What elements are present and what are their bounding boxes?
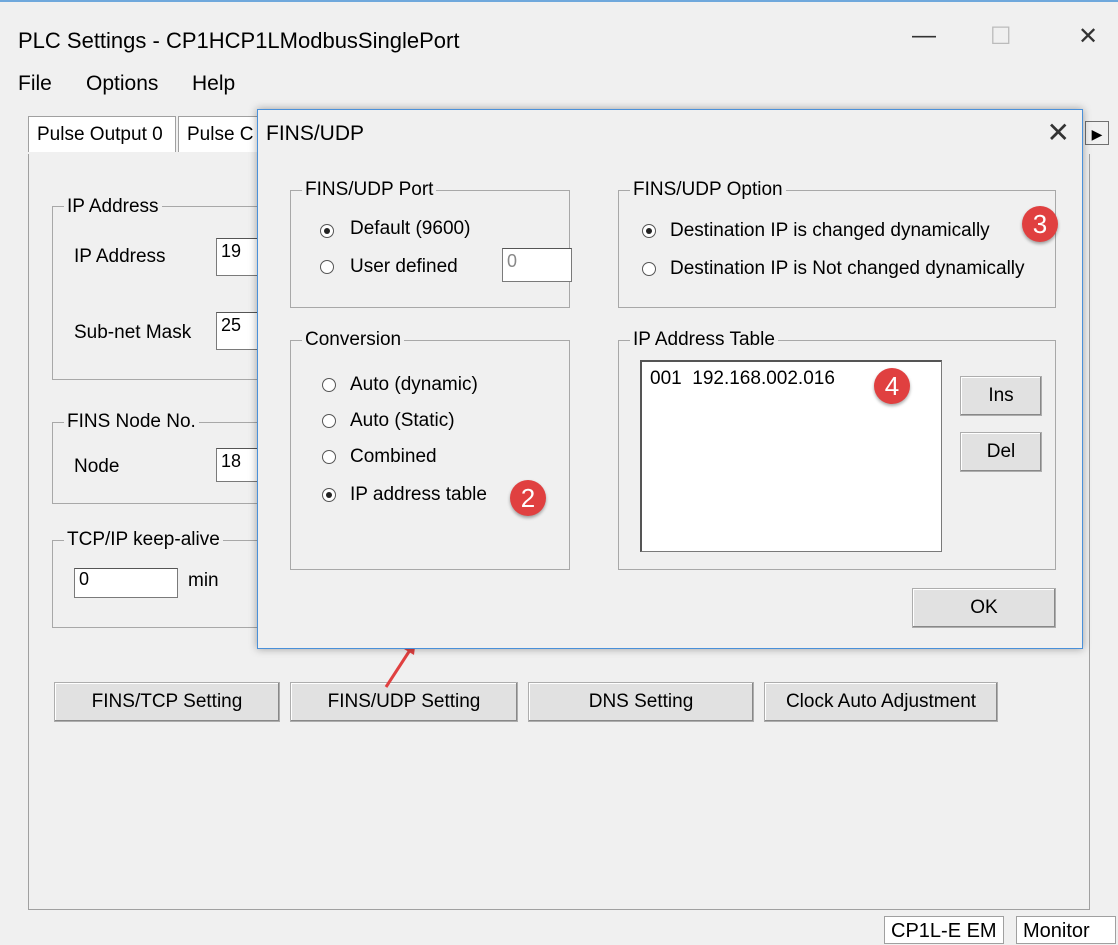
auto-static-label: Auto (Static) <box>350 410 455 431</box>
step-badge-4: 4 <box>874 368 910 404</box>
tab-scroll-right-icon[interactable]: ▶ <box>1085 121 1109 145</box>
conversion-legend: Conversion <box>302 329 405 351</box>
ip-address-group-legend: IP Address <box>64 196 162 218</box>
radio-dest-ip-not-dynamic[interactable] <box>642 262 656 276</box>
ip-table-row[interactable]: 001 192.168.002.016 <box>650 368 835 390</box>
node-label: Node <box>74 456 120 477</box>
menu-help[interactable]: Help <box>192 72 235 96</box>
default-port-label: Default (9600) <box>350 218 471 239</box>
fins-udp-option-group <box>618 190 1056 308</box>
fins-node-group-legend: FINS Node No. <box>64 411 199 433</box>
menu-options[interactable]: Options <box>86 72 158 96</box>
fins-udp-port-legend: FINS/UDP Port <box>302 179 437 201</box>
user-defined-port-label: User defined <box>350 256 458 277</box>
dialog-title: FINS/UDP <box>266 122 365 145</box>
del-button[interactable]: Del <box>960 432 1042 472</box>
window-title: PLC Settings - CP1HCP1LModbusSinglePort <box>18 28 460 53</box>
auto-dynamic-label: Auto (dynamic) <box>350 374 478 395</box>
ip-address-label: IP Address <box>74 246 166 267</box>
radio-auto-static[interactable] <box>322 414 336 428</box>
status-mode: Monitor <box>1016 916 1116 944</box>
status-device: CP1L-E EM <box>884 916 1004 944</box>
user-defined-port-input[interactable]: 0 <box>502 248 572 282</box>
step-badge-2: 2 <box>510 480 546 516</box>
combined-label: Combined <box>350 446 437 467</box>
keepalive-input[interactable]: 0 <box>74 568 178 598</box>
radio-default-port[interactable] <box>320 224 334 238</box>
dns-setting-button[interactable]: DNS Setting <box>528 682 754 722</box>
ok-button[interactable]: OK <box>912 588 1056 628</box>
radio-combined[interactable] <box>322 450 336 464</box>
subnet-mask-label: Sub-net Mask <box>74 322 192 343</box>
minimize-icon[interactable]: — <box>912 22 936 50</box>
step-badge-3: 3 <box>1022 206 1058 242</box>
clock-auto-adjustment-button[interactable]: Clock Auto Adjustment <box>764 682 998 722</box>
ip-address-group <box>52 206 292 380</box>
ins-button[interactable]: Ins <box>960 376 1042 416</box>
close-icon[interactable]: ✕ <box>1078 22 1098 51</box>
dest-ip-not-dynamic-label: Destination IP is Not changed dynamicall… <box>670 258 1025 279</box>
tcp-keepalive-group-legend: TCP/IP keep-alive <box>64 529 223 551</box>
radio-user-defined-port[interactable] <box>320 260 334 274</box>
fins-tcp-setting-button[interactable]: FINS/TCP Setting <box>54 682 280 722</box>
dest-ip-dynamic-label: Destination IP is changed dynamically <box>670 220 990 241</box>
ip-address-table-label: IP address table <box>350 484 487 505</box>
maximize-icon[interactable]: ☐ <box>990 22 1012 51</box>
fins-udp-dialog: FINS/UDP ✕ FINS/UDP Port Default (9600) … <box>257 109 1083 649</box>
tab-pulse-output-0[interactable]: Pulse Output 0 <box>28 116 176 152</box>
dialog-close-icon[interactable]: ✕ <box>1047 116 1070 149</box>
radio-ip-address-table[interactable] <box>322 488 336 502</box>
radio-auto-dynamic[interactable] <box>322 378 336 392</box>
fins-udp-option-legend: FINS/UDP Option <box>630 179 786 201</box>
ip-address-table-legend: IP Address Table <box>630 329 778 351</box>
plc-settings-window: PLC Settings - CP1HCP1LModbusSinglePort … <box>0 0 1118 944</box>
keepalive-unit-label: min <box>188 570 219 591</box>
menu-file[interactable]: File <box>18 72 52 96</box>
radio-dest-ip-dynamic[interactable] <box>642 224 656 238</box>
